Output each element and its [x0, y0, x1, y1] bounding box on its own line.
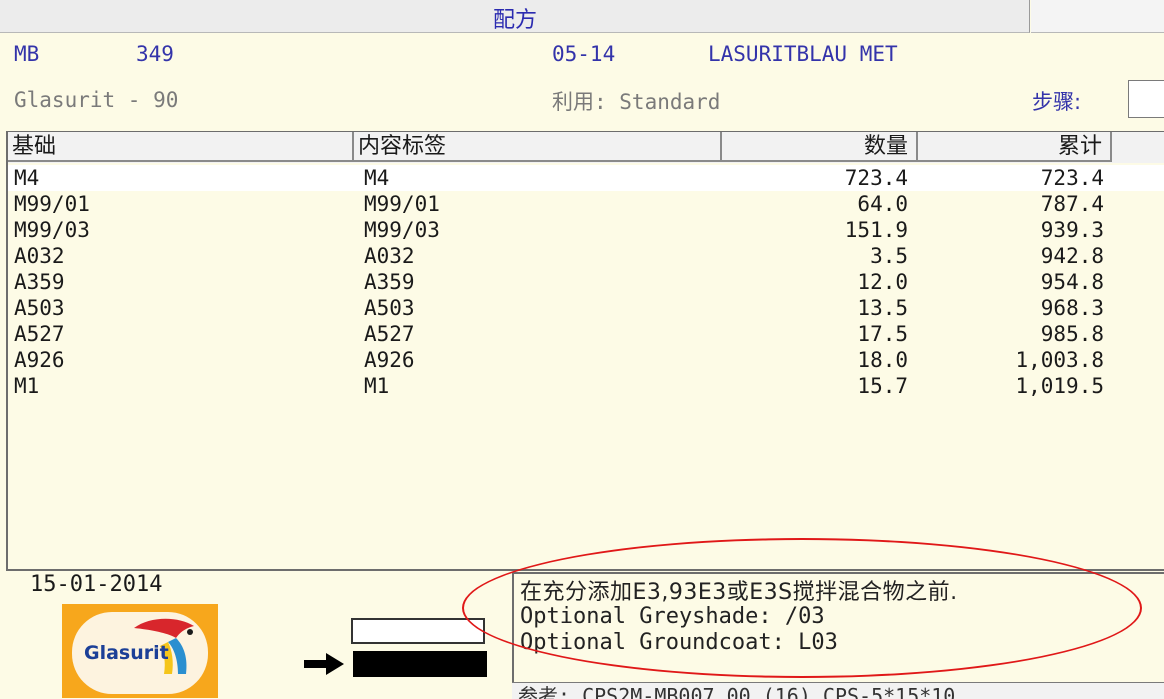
- note-groundcoat: Optional Groundcoat: L03: [520, 630, 838, 655]
- title-bar-right: [1031, 0, 1164, 33]
- cell-base: M1: [14, 374, 40, 398]
- logo-badge: Glasurit: [72, 612, 208, 694]
- column-header-quantity[interactable]: 数量: [722, 132, 918, 162]
- cell-cumulative: 968.3: [1040, 296, 1104, 320]
- table-row[interactable]: M99/03 M99/03 151.9 939.3: [8, 217, 1164, 243]
- table-row[interactable]: A926 A926 18.0 1,003.8: [8, 347, 1164, 373]
- progress-indicator-empty: [351, 618, 485, 644]
- cell-quantity: 12.0: [857, 270, 908, 294]
- formula-table: 基础 内容标签 数量 累计 M4 M4 723.4 723.4 M99/01 M…: [6, 131, 1164, 571]
- cell-quantity: 17.5: [857, 322, 908, 346]
- note-mixing-instruction: 在充分添加E3,93E3或E3S搅拌混合物之前.: [520, 580, 958, 605]
- cell-quantity: 3.5: [870, 244, 908, 268]
- notes-panel: 在充分添加E3,93E3或E3S搅拌混合物之前. Optional Greysh…: [512, 572, 1164, 682]
- cell-label: A926: [364, 348, 415, 372]
- window-title: 配方: [492, 8, 537, 33]
- cell-cumulative: 954.8: [1040, 270, 1104, 294]
- cell-cumulative: 939.3: [1040, 218, 1104, 242]
- steps-input[interactable]: [1128, 80, 1164, 118]
- product-line: Glasurit - 90: [14, 88, 179, 112]
- cell-label: M4: [364, 166, 390, 190]
- table-row[interactable]: A503 A503 13.5 968.3: [8, 295, 1164, 321]
- table-row[interactable]: A032 A032 3.5 942.8: [8, 243, 1164, 269]
- cell-cumulative: 942.8: [1040, 244, 1104, 268]
- cell-label: A503: [364, 296, 415, 320]
- color-name: LASURITBLAU MET: [708, 42, 898, 66]
- table-row[interactable]: A359 A359 12.0 954.8: [8, 269, 1164, 295]
- table-row[interactable]: A527 A527 17.5 985.8: [8, 321, 1164, 347]
- cell-label: M99/01: [364, 192, 440, 216]
- table-row[interactable]: M4 M4 723.4 723.4: [8, 165, 1164, 191]
- cell-quantity: 13.5: [857, 296, 908, 320]
- header-panel: MB 349 05-14 LASURITBLAU MET Glasurit - …: [0, 34, 1164, 130]
- title-bar: 配方: [0, 0, 1030, 33]
- cell-base: M4: [14, 166, 40, 190]
- cell-base: A359: [14, 270, 65, 294]
- cell-base: M99/03: [14, 218, 90, 242]
- logo-wordmark: Glasurit: [84, 642, 169, 664]
- column-header-base[interactable]: 基础: [8, 132, 354, 162]
- reference-text: 参考: CPS2M-MB007.00 (16) CPS-5*15*10: [518, 684, 956, 699]
- cell-base: A032: [14, 244, 65, 268]
- reference-bar: 参考: CPS2M-MB007.00 (16) CPS-5*15*10: [512, 682, 1164, 699]
- cell-cumulative: 985.8: [1040, 322, 1104, 346]
- cell-label: M99/03: [364, 218, 440, 242]
- cell-quantity: 151.9: [844, 218, 908, 242]
- table-row[interactable]: M1 M1 15.7 1,019.5: [8, 373, 1164, 399]
- steps-label: 步骤:: [1032, 90, 1082, 114]
- note-greyshade: Optional Greyshade: /03: [520, 604, 825, 629]
- cell-base: M99/01: [14, 192, 90, 216]
- cell-base: A926: [14, 348, 65, 372]
- formula-date: 15-01-2014: [14, 572, 300, 598]
- cell-quantity: 18.0: [857, 348, 908, 372]
- progress-indicator-filled: [353, 651, 487, 677]
- cell-quantity: 15.7: [857, 374, 908, 398]
- column-header-cumulative[interactable]: 累计: [918, 132, 1112, 162]
- cell-quantity: 64.0: [857, 192, 908, 216]
- glasurit-logo: Glasurit: [62, 604, 218, 698]
- color-code: 349: [136, 42, 174, 66]
- year-range: 05-14: [552, 42, 616, 66]
- cell-cumulative: 723.4: [1040, 166, 1104, 190]
- arrow-right-icon: [304, 653, 344, 675]
- table-header: 基础 内容标签 数量 累计: [8, 132, 1164, 163]
- cell-base: A503: [14, 296, 65, 320]
- cell-quantity: 723.4: [844, 166, 908, 190]
- cell-base: A527: [14, 322, 65, 346]
- cell-cumulative: 1,003.8: [1015, 348, 1104, 372]
- cell-label: A032: [364, 244, 415, 268]
- usage-label: 利用: Standard: [552, 90, 721, 114]
- cell-cumulative: 1,019.5: [1015, 374, 1104, 398]
- table-row[interactable]: M99/01 M99/01 64.0 787.4: [8, 191, 1164, 217]
- cell-label: M1: [364, 374, 390, 398]
- cell-cumulative: 787.4: [1040, 192, 1104, 216]
- cell-label: A359: [364, 270, 415, 294]
- column-header-label[interactable]: 内容标签: [354, 132, 722, 162]
- make-label: MB: [14, 42, 40, 66]
- cell-label: A527: [364, 322, 415, 346]
